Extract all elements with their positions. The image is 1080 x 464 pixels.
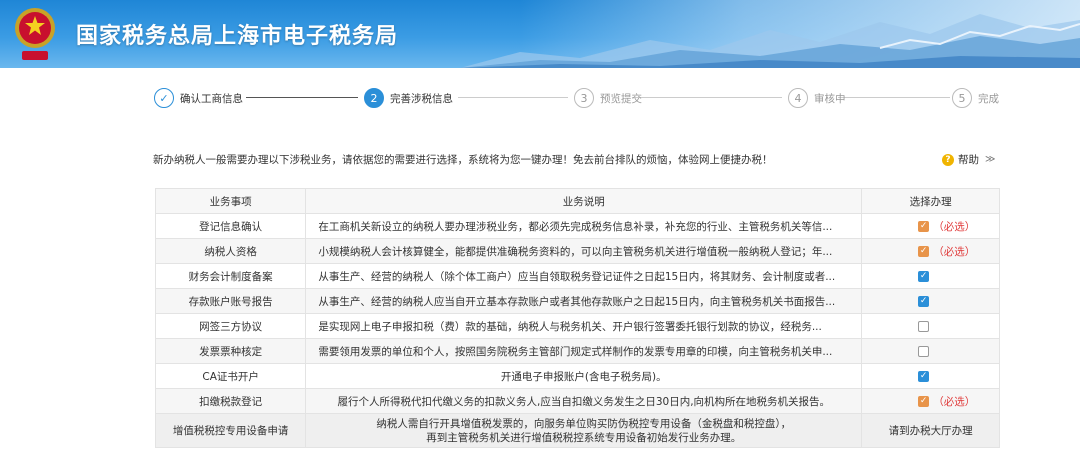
- step-preview-submit: 3 预览提交: [574, 86, 642, 110]
- business-description: 小规模纳税人会计核算健全，能都提供准确税务资料的，可以向主管税务机关进行增值税一…: [305, 238, 863, 264]
- checkbox-required: ✓: [918, 220, 930, 232]
- business-description: 需要领用发票的单位和个人，按照国务院税务主管部门规定式样制作的发票专用章的印模，…: [305, 338, 863, 364]
- business-item: 纳税人资格: [154, 238, 307, 264]
- tax-business-table: 业务事项 业务说明 选择办理 登记信息确认 在工商机关新设立的纳税人要办理涉税业务…: [154, 188, 1000, 448]
- table-row: 增值税税控专用设备申请 纳税人需自行开具增值税发票的，向服务单位购买防伪税控专用设…: [154, 413, 1000, 448]
- step-number: 3: [574, 88, 594, 108]
- progress-steps: ✓ 确认工商信息 2 完善涉税信息 3 预览提交 4 审核中 5 完成: [150, 86, 1000, 110]
- checkbox[interactable]: ✓: [918, 295, 930, 307]
- step-connector: [458, 97, 568, 98]
- intro-text: 新办纳税人一般需要办理以下涉税业务，请依据您的需要进行选择，系统将为您一键办理！…: [153, 154, 773, 166]
- step-finish: 5 完成: [952, 86, 999, 110]
- required-label: （必选）: [933, 395, 976, 408]
- step-connector: [838, 97, 950, 98]
- help-link[interactable]: ? 帮助 ≫: [942, 152, 995, 167]
- step-number: 4: [788, 88, 808, 108]
- step-connector: [246, 97, 358, 98]
- step-label: 预览提交: [600, 92, 642, 105]
- hall-notice: 请到办税大厅办理: [861, 413, 1000, 448]
- select-control: ✓ （必选）: [862, 244, 999, 259]
- step-connector: [632, 97, 782, 98]
- step-label: 完成: [978, 92, 999, 105]
- required-label: （必选）: [933, 220, 976, 233]
- select-cell: [861, 313, 1000, 339]
- tax-bureau-emblem-icon: [15, 8, 55, 60]
- column-header-description: 业务说明: [305, 188, 863, 214]
- select-cell: ✓ （必选）: [861, 213, 1000, 239]
- step-number: 2: [364, 88, 384, 108]
- select-cell: ✓: [861, 363, 1000, 389]
- select-control: ✓ （必选）: [862, 394, 999, 409]
- help-label: 帮助: [958, 154, 979, 166]
- business-description: 履行个人所得税代扣代缴义务的扣款义务人,应当自扣缴义务发生之日30日内,向机构所…: [305, 388, 863, 414]
- column-header-select: 选择办理: [861, 188, 1000, 214]
- select-cell: ✓: [861, 263, 1000, 289]
- business-item: 增值税税控专用设备申请: [154, 413, 307, 448]
- column-header-item: 业务事项: [154, 188, 307, 214]
- checkbox[interactable]: [918, 320, 930, 332]
- header-banner: 国家税务总局上海市电子税务局: [0, 0, 1080, 68]
- table-row: 存款账户账号报告 从事生产、经营的纳税人应当自开立基本存款账户或者其他存款账户之日…: [154, 288, 1000, 314]
- chevron-down-icon: ≫: [985, 154, 996, 165]
- page-title: 国家税务总局上海市电子税务局: [76, 24, 399, 49]
- business-description: 从事生产、经营的纳税人应当自开立基本存款账户或者其他存款账户之日起15日内，向主…: [305, 288, 863, 314]
- step-number: 5: [952, 88, 972, 108]
- business-item: 存款账户账号报告: [154, 288, 307, 314]
- description-line: 纳税人需自行开具增值税发票的，向服务单位购买防伪税控专用设备（金税盘和税控盘），: [376, 417, 792, 430]
- table-row: 发票票种核定 需要领用发票的单位和个人，按照国务院税务主管部门规定式样制作的发票专…: [154, 338, 1000, 364]
- table-row: 财务会计制度备案 从事生产、经营的纳税人（除个体工商户）应当自领取税务登记证件之日…: [154, 263, 1000, 289]
- select-cell: [861, 338, 1000, 364]
- business-item: CA证书开户: [154, 363, 307, 389]
- select-control: ✓: [862, 270, 999, 282]
- business-item: 网签三方协议: [154, 313, 307, 339]
- business-description: 纳税人需自行开具增值税发票的，向服务单位购买防伪税控专用设备（金税盘和税控盘），…: [305, 413, 863, 448]
- select-control: ✓: [862, 370, 999, 382]
- business-item: 扣缴税款登记: [154, 388, 307, 414]
- help-icon: ?: [942, 153, 954, 166]
- select-control: ✓: [862, 295, 999, 307]
- step-label: 审核中: [814, 92, 846, 105]
- checkbox[interactable]: [918, 345, 930, 357]
- table-row: 登记信息确认 在工商机关新设立的纳税人要办理涉税业务，都必须先完成税务信息补录，补…: [154, 213, 1000, 239]
- select-cell: ✓ （必选）: [861, 238, 1000, 264]
- business-description: 在工商机关新设立的纳税人要办理涉税业务，都必须先完成税务信息补录，补充您的行业、…: [305, 213, 863, 239]
- check-icon: ✓: [154, 88, 174, 108]
- checkbox-required: ✓: [918, 395, 930, 407]
- required-label: （必选）: [933, 245, 976, 258]
- table-header-row: 业务事项 业务说明 选择办理: [154, 188, 1000, 214]
- table-row: 纳税人资格 小规模纳税人会计核算健全，能都提供准确税务资料的，可以向主管税务机关进…: [154, 238, 1000, 264]
- table-row: 网签三方协议 是实现网上电子申报扣税（费）款的基础，纳税人与税务机关、开户银行签署…: [154, 313, 1000, 339]
- business-description: 是实现网上电子申报扣税（费）款的基础，纳税人与税务机关、开户银行签署委托银行划款…: [305, 313, 863, 339]
- checkbox[interactable]: ✓: [918, 370, 930, 382]
- business-description: 开通电子申报账户(含电子税务局)。: [305, 363, 863, 389]
- step-label: 完善涉税信息: [390, 92, 453, 105]
- table-row: 扣缴税款登记 履行个人所得税代扣代缴义务的扣款义务人,应当自扣缴义务发生之日30日…: [154, 388, 1000, 414]
- select-control: [862, 345, 999, 357]
- table-row: CA证书开户 开通电子申报账户(含电子税务局)。 ✓: [154, 363, 1000, 389]
- step-under-review: 4 审核中: [788, 86, 846, 110]
- business-item: 财务会计制度备案: [154, 263, 307, 289]
- select-control: ✓ （必选）: [862, 219, 999, 234]
- select-control: [862, 320, 999, 332]
- step-complete-tax-info: 2 完善涉税信息: [364, 86, 453, 110]
- great-wall-illustration: [460, 14, 1080, 68]
- step-label: 确认工商信息: [180, 92, 243, 105]
- step-confirm-business-info: ✓ 确认工商信息: [154, 86, 243, 110]
- business-description: 从事生产、经营的纳税人（除个体工商户）应当自领取税务登记证件之日起15日内，将其…: [305, 263, 863, 289]
- checkbox[interactable]: ✓: [918, 270, 930, 282]
- business-item: 发票票种核定: [154, 338, 307, 364]
- business-item: 登记信息确认: [154, 213, 307, 239]
- select-cell: ✓ （必选）: [861, 388, 1000, 414]
- description-line: 再到主管税务机关进行增值税税控系统专用设备初始发行业务办理。: [426, 431, 742, 444]
- select-cell: ✓: [861, 288, 1000, 314]
- checkbox-required: ✓: [918, 245, 930, 257]
